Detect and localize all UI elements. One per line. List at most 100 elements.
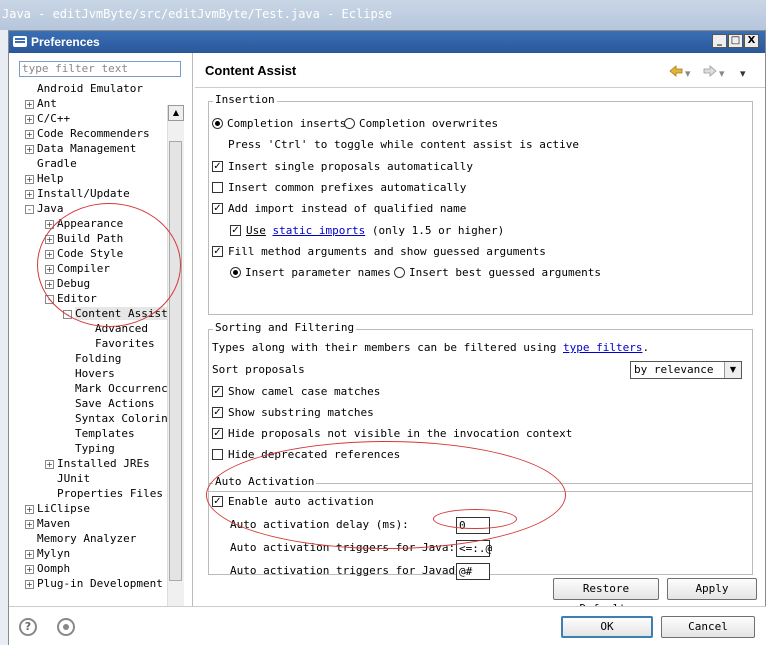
tree-item[interactable]: + C/C++ (25, 111, 70, 126)
tree-item[interactable]: Folding (63, 351, 121, 366)
add-import-checkbox[interactable]: ✓ Add import instead of qualified name (212, 201, 466, 217)
tree-item[interactable]: + Install/Update (25, 186, 130, 201)
expand-icon[interactable]: + (45, 279, 54, 289)
radio-selected-icon (230, 266, 241, 278)
tree-item-label: Editor (57, 292, 97, 305)
insert-best-guessed-radio[interactable]: Insert best guessed arguments (394, 265, 601, 281)
tree-item[interactable]: Typing (63, 441, 115, 456)
substring-checkbox[interactable]: ✓ Show substring matches (212, 405, 374, 421)
view-menu-icon[interactable]: ▾ (740, 67, 746, 80)
tree-item[interactable]: + Code Style (45, 246, 123, 261)
collapse-icon[interactable]: - (25, 204, 34, 214)
expand-icon[interactable]: + (45, 264, 54, 274)
hide-deprecated-checkbox[interactable]: Hide deprecated references (212, 447, 400, 463)
tree-item[interactable]: + Appearance (45, 216, 123, 231)
tree-item[interactable]: Save Actions (63, 396, 154, 411)
tree-item[interactable]: + Build Path (45, 231, 123, 246)
tree-item[interactable]: Memory Analyzer (25, 531, 136, 546)
tree-item[interactable]: + Code Recommenders (25, 126, 150, 141)
cancel-button[interactable]: Cancel (661, 616, 755, 638)
page-title: Content Assist (205, 63, 297, 78)
type-filters-link[interactable]: type filters (563, 341, 642, 354)
collapse-icon[interactable]: - (45, 294, 54, 304)
tree-item[interactable]: + Maven (25, 516, 70, 531)
expand-icon[interactable]: + (25, 99, 34, 109)
expand-icon[interactable]: + (25, 144, 34, 154)
expand-icon[interactable]: + (45, 459, 54, 469)
record-icon[interactable] (57, 618, 75, 636)
tree-item[interactable]: Syntax Coloring (63, 411, 174, 426)
back-arrow-icon[interactable] (669, 65, 683, 80)
enable-auto-activation-checkbox[interactable]: ✓ Enable auto activation (212, 494, 374, 510)
expand-icon[interactable]: + (25, 114, 34, 124)
tree-item[interactable]: Templates (63, 426, 135, 441)
expand-icon[interactable]: + (25, 129, 34, 139)
tree-item[interactable]: Android Emulator (25, 81, 143, 96)
expand-icon[interactable]: + (45, 234, 54, 244)
scroll-thumb[interactable] (169, 141, 182, 581)
expand-icon[interactable]: + (25, 549, 34, 559)
java-triggers-label: Auto activation triggers for Java: (230, 541, 456, 554)
maximize-button[interactable]: □ (728, 34, 743, 48)
tree-item[interactable]: Favorites (83, 336, 155, 351)
expand-icon[interactable]: + (25, 504, 34, 514)
tree-item[interactable]: Hovers (63, 366, 115, 381)
expand-icon[interactable]: + (45, 219, 54, 229)
tree-item-label: Advanced (95, 322, 148, 335)
filter-input[interactable]: type filter text (19, 61, 181, 77)
tree-item[interactable]: + Mylyn (25, 546, 70, 561)
restore-defaults-button[interactable]: Restore Defaults (553, 578, 659, 615)
tree-item[interactable]: + Ant (25, 96, 57, 111)
insert-common-checkbox[interactable]: Insert common prefixes automatically (212, 180, 466, 196)
tree-item[interactable]: + Plug-in Development (25, 576, 163, 591)
tree-item[interactable]: Advanced (83, 321, 148, 336)
insert-single-checkbox[interactable]: ✓ Insert single proposals automatically (212, 159, 473, 175)
minimize-button[interactable]: _ (712, 34, 727, 48)
completion-inserts-radio[interactable]: Completion inserts (212, 116, 346, 132)
delay-input[interactable]: 0 (456, 517, 490, 534)
insert-param-names-radio[interactable]: Insert parameter names (230, 265, 391, 281)
enable-auto-activation-label: Enable auto activation (228, 495, 374, 508)
tree-item[interactable]: + Compiler (45, 261, 110, 276)
tree-item[interactable]: JUnit (45, 471, 90, 486)
tree-item[interactable]: + Help (25, 171, 64, 186)
tree-item[interactable]: + Data Management (25, 141, 136, 156)
apply-button[interactable]: Apply (667, 578, 757, 600)
expand-icon[interactable]: + (25, 579, 34, 589)
fill-method-checkbox[interactable]: ✓ Fill method arguments and show guessed … (212, 244, 546, 260)
hide-not-visible-checkbox[interactable]: ✓ Hide proposals not visible in the invoc… (212, 426, 572, 442)
javadoc-triggers-input[interactable]: @# (456, 563, 490, 580)
tree-item[interactable]: - Java (25, 201, 64, 216)
expand-icon[interactable]: + (45, 249, 54, 259)
collapse-icon[interactable]: - (63, 309, 72, 319)
sort-proposals-combo[interactable]: by relevance ▼ (630, 361, 742, 379)
expand-icon[interactable]: + (25, 174, 34, 184)
forward-menu-icon[interactable]: ▾ (719, 67, 725, 80)
scroll-up-arrow-icon[interactable]: ▲ (168, 105, 184, 121)
tree-item[interactable]: + LiClipse (25, 501, 90, 516)
tree-item[interactable]: - Editor (45, 291, 97, 306)
close-button[interactable]: X (744, 34, 759, 48)
tree-item-label: Gradle (37, 157, 77, 170)
static-imports-link[interactable]: static imports (273, 224, 366, 237)
help-icon[interactable]: ? (19, 618, 37, 636)
dropdown-arrow-icon[interactable]: ▼ (724, 362, 741, 378)
tree-vertical-scrollbar[interactable]: ▲ ▼ (167, 105, 184, 623)
tree-item[interactable]: + Installed JREs (45, 456, 150, 471)
tree-item[interactable]: - Content Assist (63, 306, 168, 321)
tree-item[interactable]: Gradle (25, 156, 77, 171)
tree-item[interactable]: Properties Files E (45, 486, 176, 501)
ok-button[interactable]: OK (561, 616, 653, 638)
back-menu-icon[interactable]: ▾ (685, 67, 691, 80)
expand-icon[interactable]: + (25, 564, 34, 574)
tree-item[interactable]: Mark Occurrence (63, 381, 174, 396)
java-triggers-input[interactable]: <=:.@ (456, 540, 492, 557)
expand-icon[interactable]: + (25, 189, 34, 199)
use-static-imports-checkbox[interactable]: ✓ Use static imports (only 1.5 or higher) (230, 223, 504, 239)
completion-overwrites-radio[interactable]: Completion overwrites (344, 116, 498, 132)
tree-item[interactable]: + Debug (45, 276, 90, 291)
camel-case-checkbox[interactable]: ✓ Show camel case matches (212, 384, 380, 400)
expand-icon[interactable]: + (25, 519, 34, 529)
tree-item[interactable]: + Oomph (25, 561, 70, 576)
forward-arrow-icon[interactable] (703, 65, 717, 80)
